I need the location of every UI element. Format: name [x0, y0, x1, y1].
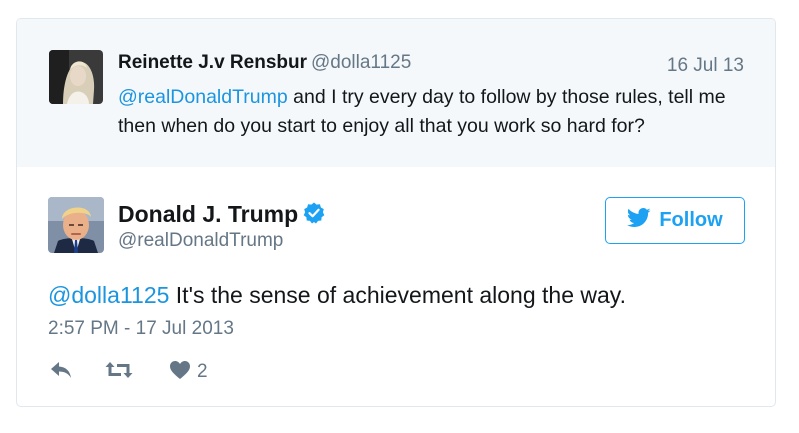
tweet-timestamp[interactable]: 2:57 PM - 17 Jul 2013 [48, 318, 234, 340]
parent-tweet-text: @realDonaldTrump and I try every day to … [118, 83, 753, 141]
like-button[interactable]: 2 [169, 360, 208, 385]
tweet-actions: 2 [48, 359, 208, 385]
parent-mention-link[interactable]: @realDonaldTrump [118, 86, 288, 108]
main-author-name[interactable]: Donald J. Trump [118, 201, 298, 227]
retweet-button[interactable] [104, 359, 134, 386]
retweet-icon [104, 359, 134, 386]
main-tweet-text: @dolla1125 It's the sense of achievement… [48, 280, 626, 310]
main-author-avatar[interactable] [48, 197, 104, 253]
reply-icon [48, 359, 74, 386]
parent-author-avatar[interactable] [49, 50, 103, 104]
follow-button-label: Follow [659, 209, 723, 231]
reply-button[interactable] [48, 359, 74, 386]
heart-icon [169, 360, 191, 385]
main-mention-link[interactable]: @dolla1125 [48, 282, 169, 308]
verified-badge-icon [302, 201, 326, 231]
main-author-handle[interactable]: @realDonaldTrump [118, 230, 283, 252]
follow-button[interactable]: Follow [605, 197, 745, 244]
embedded-tweet-card: Reinette J.v Rensbur @dolla1125 16 Jul 13… [16, 18, 776, 407]
like-count: 2 [197, 361, 208, 382]
parent-tweet-date[interactable]: 16 Jul 13 [667, 55, 744, 77]
parent-author-name[interactable]: Reinette J.v Rensbur [118, 52, 307, 73]
main-author-name-line: Donald J. Trump [118, 200, 326, 231]
main-tweet-body: It's the sense of achievement along the … [169, 282, 626, 308]
parent-tweet[interactable]: Reinette J.v Rensbur @dolla1125 16 Jul 13… [17, 19, 775, 167]
parent-author-handle[interactable]: @dolla1125 [311, 52, 411, 73]
twitter-bird-icon [627, 207, 651, 234]
parent-author-line: Reinette J.v Rensbur @dolla1125 [118, 51, 411, 75]
